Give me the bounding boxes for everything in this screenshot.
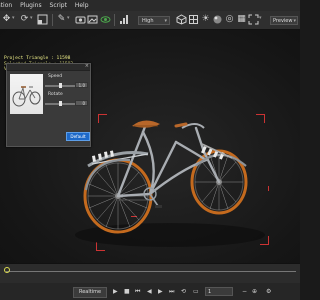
close-icon[interactable]: × (85, 63, 89, 69)
view-mode-select[interactable]: Preview (270, 16, 298, 26)
3d-viewport[interactable]: Project Triangle : 11598 Selected Triang… (0, 30, 300, 263)
next-frame-icon[interactable]: ▶ (158, 287, 163, 296)
panel-header[interactable]: × (7, 63, 90, 71)
play-icon[interactable]: ▶ (113, 287, 118, 296)
quality-select[interactable]: High (138, 16, 170, 26)
frame-dropdown-arrow-icon[interactable]: ▾ (259, 15, 262, 21)
rotate-field[interactable]: 0 (75, 100, 88, 106)
grid-icon[interactable]: ▦ (236, 14, 247, 25)
stop-icon[interactable]: ■ (124, 287, 130, 296)
speed-slider[interactable] (45, 83, 77, 88)
eye-icon[interactable] (100, 14, 111, 25)
target-icon[interactable]: ◎ (224, 14, 235, 25)
wireframe-icon[interactable] (188, 14, 199, 25)
frame-icon[interactable] (248, 14, 259, 25)
realtime-select[interactable]: Realtime (73, 287, 107, 298)
menu-bar: ation Plugins Script Help (0, 0, 300, 11)
camera-icon[interactable] (75, 14, 86, 25)
rotate-tool-icon[interactable]: ⟳ (19, 14, 30, 25)
speed-label: Speed (48, 74, 63, 79)
timeline[interactable] (0, 263, 300, 284)
default-button[interactable]: Default (66, 132, 90, 141)
app-window: ation Plugins Script Help ✥ ▾ ⟳ ▾ ✎ ▾ Hi… (0, 0, 300, 300)
scale-tool-icon[interactable] (37, 14, 48, 25)
current-frame-field[interactable]: 1 (205, 287, 233, 296)
rotate-dropdown-arrow-icon[interactable]: ▾ (30, 15, 33, 21)
menu-script[interactable]: Script (47, 0, 70, 11)
move-dropdown-arrow-icon[interactable]: ▾ (12, 15, 15, 21)
timeline-playhead[interactable] (4, 267, 10, 273)
menu-animation[interactable]: ation (0, 0, 15, 11)
speed-slider-knob[interactable] (59, 83, 62, 88)
toolbar: ✥ ▾ ⟳ ▾ ✎ ▾ High ☀ ◎ (0, 11, 300, 30)
toolbar-separator (114, 14, 115, 26)
menu-help[interactable]: Help (72, 0, 92, 11)
sun-icon[interactable]: ☀ (200, 14, 211, 25)
playback-bar: Realtime ▶ ■ ⏮ ◀ ▶ ⏭ ⟲ ▭ 1 − ⊕ ⚙ (0, 283, 300, 300)
loop-icon[interactable]: ⟲ (181, 287, 186, 296)
frame-range-icon[interactable]: ▭ (193, 287, 199, 296)
preview-panel: × Speed 1.0 Rotate 0 Default (6, 63, 91, 147)
settings-icon[interactable]: ⚙ (266, 287, 271, 296)
rotate-slider[interactable] (45, 101, 77, 106)
timeline-track[interactable] (6, 271, 296, 272)
image-icon[interactable] (87, 14, 98, 25)
move-tool-icon[interactable]: ✥ (1, 14, 12, 25)
brush-dropdown-arrow-icon[interactable]: ▾ (67, 15, 70, 21)
model-thumbnail (10, 74, 43, 114)
skip-start-icon[interactable]: ⏮ (135, 287, 140, 296)
menu-plugins[interactable]: Plugins (17, 0, 45, 11)
cube-icon[interactable] (176, 14, 187, 25)
rotate-label: Rotate (48, 92, 63, 97)
speed-field[interactable]: 1.0 (75, 82, 88, 88)
zoom-icon[interactable]: ⊕ (252, 287, 257, 296)
quality-bars-icon (118, 14, 129, 25)
zoom-out-icon[interactable]: − (242, 287, 247, 296)
brush-tool-icon[interactable]: ✎ (56, 14, 67, 25)
rotate-slider-knob[interactable] (59, 101, 62, 106)
toolbar-separator (52, 14, 53, 26)
skip-end-icon[interactable]: ⏭ (169, 287, 174, 296)
prev-frame-icon[interactable]: ◀ (147, 287, 152, 296)
sphere-icon[interactable] (212, 14, 223, 25)
